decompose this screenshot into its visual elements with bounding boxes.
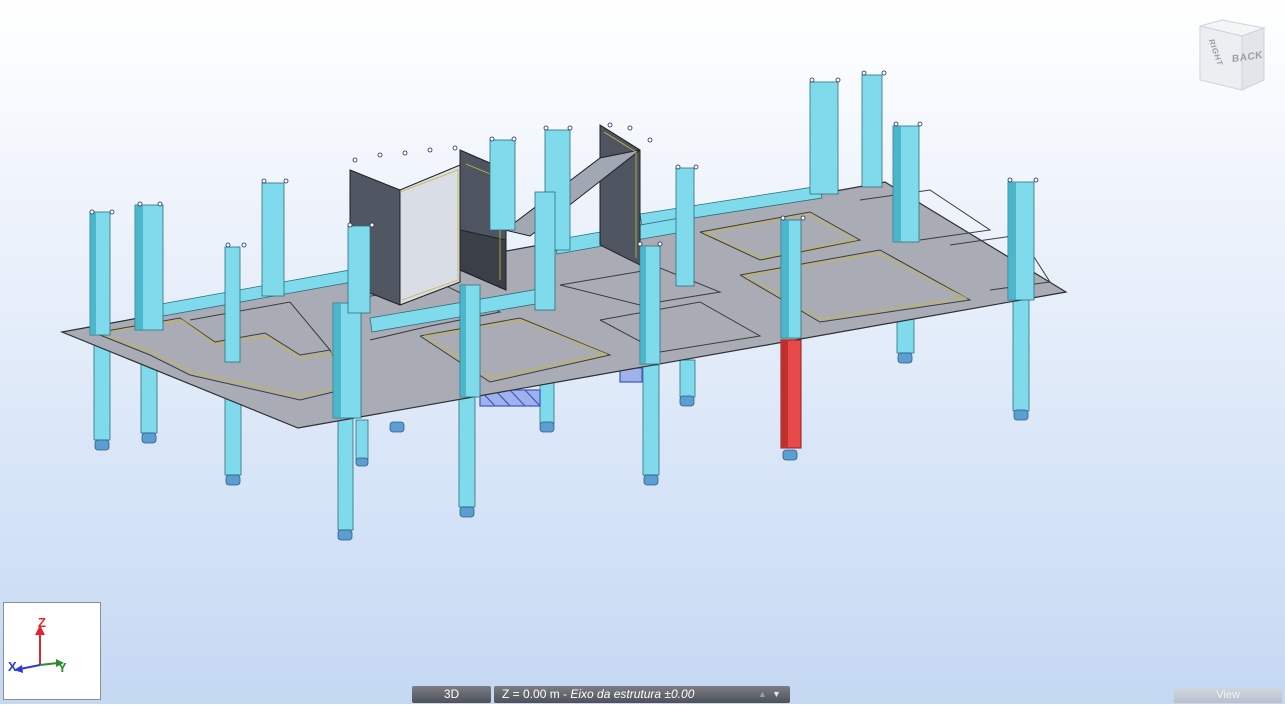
level-separator: - (559, 687, 571, 701)
axis-x-label: X (8, 659, 17, 674)
axis-z-label: Z (38, 615, 46, 630)
level-value: Z = 0.00 m (502, 687, 560, 701)
3d-viewport[interactable] (0, 0, 1285, 704)
structure-model[interactable] (0, 0, 1285, 704)
axis-y-label: Y (58, 660, 67, 675)
level-description: Eixo da estrutura ±0.00 (570, 687, 695, 701)
level-up-icon[interactable]: ▲ (758, 686, 770, 703)
selected-column-side (781, 340, 788, 448)
level-down-icon[interactable]: ▼ (772, 686, 784, 703)
view-cube[interactable]: RIGHT BACK (1192, 18, 1270, 96)
view-button[interactable]: View (1174, 688, 1282, 703)
status-bar: 3D Z = 0.00 m - Eixo da estrutura ±0.00 … (0, 684, 1285, 704)
view-mode-button[interactable]: 3D (412, 686, 491, 703)
level-selector[interactable]: Z = 0.00 m - Eixo da estrutura ±0.00 ▲ ▼ (494, 686, 790, 703)
